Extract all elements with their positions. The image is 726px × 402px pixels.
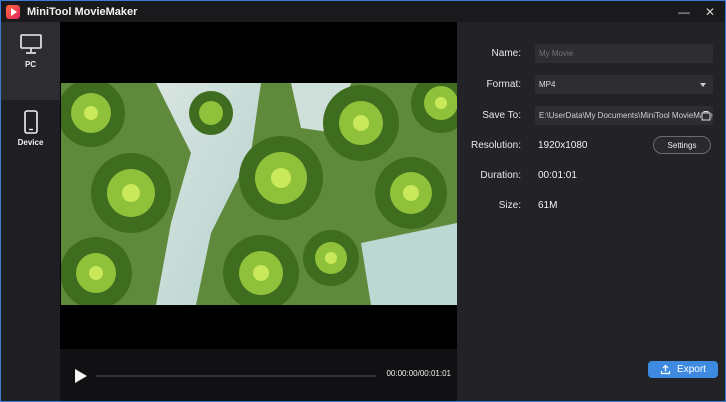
save-to-field[interactable]: E:\UserData\My Documents\MiniTool MovieM… [535, 106, 713, 125]
app-title: MiniTool MovieMaker [27, 5, 138, 18]
name-label: Name: [491, 48, 521, 59]
export-button[interactable]: Export [648, 361, 718, 378]
play-button[interactable] [75, 369, 87, 383]
folder-icon[interactable] [701, 110, 711, 121]
save-to-path: E:\UserData\My Documents\MiniTool MovieM… [539, 111, 713, 120]
export-settings-panel: Name: Format: MP4 Save To: E:\UserData\M… [457, 22, 725, 401]
monitor-icon [19, 34, 42, 54]
title-bar: MiniTool MovieMaker — ✕ [1, 1, 725, 22]
format-select[interactable]: MP4 [535, 75, 713, 94]
playback-controls: 00:00:00/00:01:01 [60, 349, 457, 401]
upload-icon [660, 364, 671, 375]
timecode-display: 00:00:00/00:01:01 [386, 369, 451, 378]
sidebar-item-label: Device [17, 138, 44, 147]
export-label: Export [677, 364, 706, 375]
resolution-label: Resolution: [470, 140, 521, 151]
save-to-label: Save To: [482, 110, 521, 121]
sidebar-item-label: PC [24, 60, 37, 69]
duration-value: 00:01:01 [538, 170, 577, 181]
video-preview: 00:00:00/00:01:01 [60, 22, 457, 401]
sidebar-item-device[interactable]: Device [1, 100, 60, 160]
close-button[interactable]: ✕ [697, 1, 723, 22]
name-input[interactable] [535, 44, 713, 63]
save-to-row: Save To: E:\UserData\My Documents\MiniTo… [457, 106, 725, 126]
format-label: Format: [486, 79, 521, 90]
resolution-row: Resolution: 1920x1080 Settings [457, 136, 725, 156]
resolution-value: 1920x1080 [538, 140, 588, 151]
smartphone-icon [23, 110, 38, 134]
size-value: 61M [538, 200, 558, 211]
size-row: Size: 61M [457, 196, 725, 216]
app-logo-icon [6, 4, 20, 19]
duration-label: Duration: [480, 170, 521, 181]
video-thumbnail [61, 83, 457, 305]
app-window: MiniTool MovieMaker — ✕ PC Device 00:00:… [0, 0, 726, 402]
seek-bar[interactable] [96, 375, 376, 377]
sidebar-item-pc[interactable]: PC [1, 22, 60, 100]
format-row: Format: MP4 [457, 75, 725, 95]
name-row: Name: [457, 44, 725, 64]
settings-button[interactable]: Settings [653, 136, 711, 154]
chevron-down-icon [700, 83, 706, 87]
format-value: MP4 [539, 80, 556, 89]
size-label: Size: [498, 200, 521, 211]
minimize-button[interactable]: — [671, 1, 697, 22]
device-sidebar: PC Device [1, 22, 60, 401]
duration-row: Duration: 00:01:01 [457, 166, 725, 186]
